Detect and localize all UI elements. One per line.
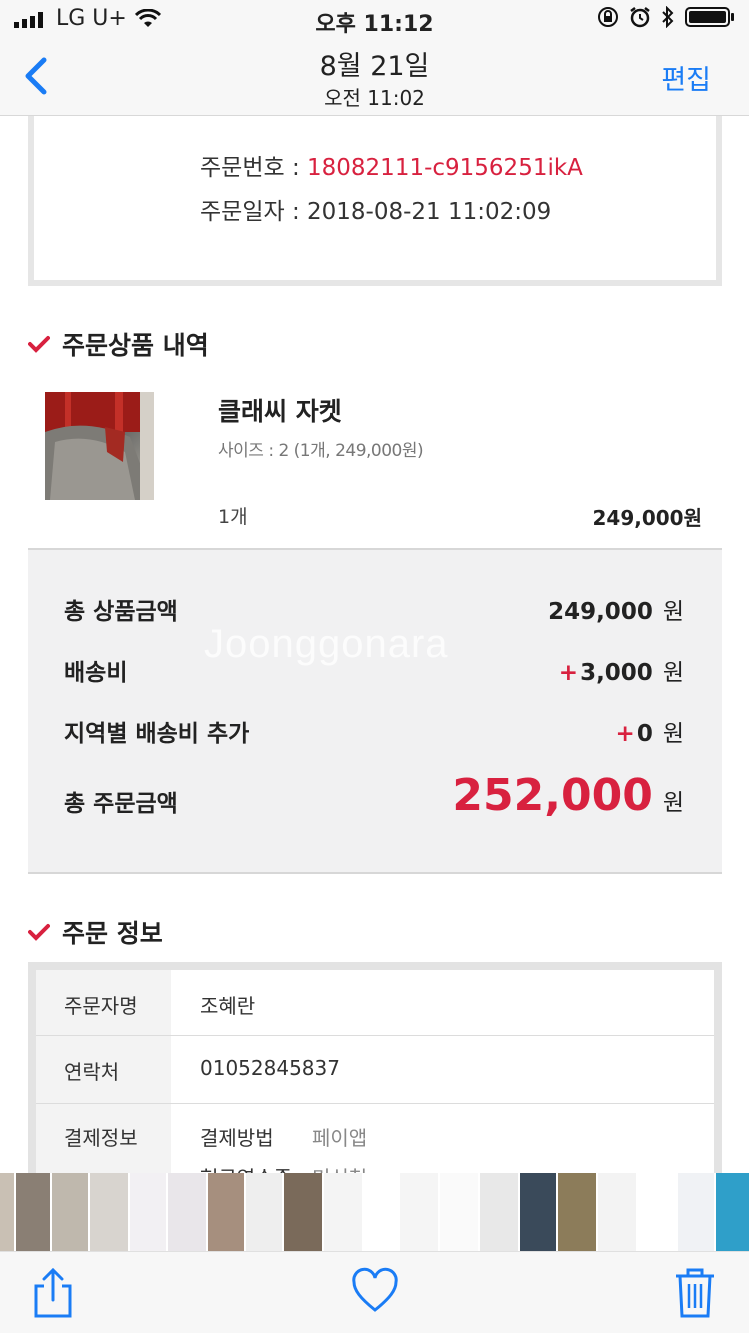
- check-icon: [28, 336, 50, 353]
- orderer-value: 조혜란: [200, 994, 256, 1018]
- regional-shipping-plus: +: [615, 721, 635, 747]
- order-info-section-title: 주문 정보: [62, 919, 163, 948]
- table-row: 결제정보 결제방법 페이앱 현금영수증 미신청: [36, 1104, 714, 1173]
- subtotal-unit: 원: [662, 599, 684, 625]
- product-price: 249,000원: [592, 506, 703, 530]
- trash-icon[interactable]: [670, 1266, 720, 1318]
- product-name: 클래씨 자켓: [218, 397, 342, 426]
- shipping-amount: 3,000: [580, 660, 653, 686]
- contact-value: 01052845837: [200, 1056, 340, 1080]
- thumbnail[interactable]: [0, 1173, 16, 1251]
- orderer-label: 주문자명: [64, 994, 138, 1018]
- thumbnail[interactable]: [16, 1173, 52, 1251]
- status-right: [597, 6, 735, 28]
- check-icon: [28, 924, 50, 941]
- thumbnail[interactable]: [364, 1173, 400, 1251]
- payment-method-value: 페이앱: [312, 1126, 368, 1150]
- thumbnail[interactable]: [90, 1173, 130, 1251]
- bottom-toolbar: [0, 1251, 749, 1333]
- status-bar: LG U+ 오후 11:12: [0, 0, 749, 40]
- order-number-value: 18082111-c9156251ikA: [307, 155, 583, 181]
- order-info-table: 주문자명 조혜란 연락처 01052845837 결제정보 결제방법 페이앱 현…: [28, 962, 722, 1173]
- product-quantity: 1개: [218, 506, 248, 528]
- products-section-title: 주문상품 내역: [62, 331, 209, 360]
- payment-label: 결제정보: [64, 1126, 138, 1150]
- thumbnail[interactable]: [440, 1173, 480, 1251]
- thumbnail[interactable]: [480, 1173, 520, 1251]
- total-value: 252,000 원: [452, 770, 684, 821]
- order-date-value: 2018-08-21 11:02:09: [307, 199, 552, 225]
- cash-receipt-label: 현금영수증: [200, 1162, 292, 1173]
- cash-receipt-value: 미신청: [312, 1162, 367, 1173]
- product-option: 사이즈 : 2 (1개, 249,000원): [218, 441, 424, 461]
- order-number-line: 주문번호 : 18082111-c9156251ikA: [200, 148, 583, 182]
- thumbnail[interactable]: [168, 1173, 208, 1251]
- photo-content: 주문번호 : 18082111-c9156251ikA 주문일자 : 2018-…: [0, 116, 749, 1173]
- thumbnail[interactable]: [520, 1173, 558, 1251]
- nav-bar: 8월 21일 오전 11:02 편집: [0, 40, 749, 116]
- thumbnail[interactable]: [52, 1173, 90, 1251]
- subtotal-value: 249,000 원: [546, 592, 684, 626]
- total-amount: 252,000: [452, 770, 653, 821]
- nav-subtitle: 오전 11:02: [324, 86, 425, 110]
- shipping-label: 배송비: [64, 660, 128, 686]
- thumbnail[interactable]: [678, 1173, 716, 1251]
- regional-shipping-unit: 원: [662, 721, 684, 747]
- order-number-label: 주문번호 :: [200, 155, 308, 181]
- thumbnail[interactable]: [324, 1173, 364, 1251]
- thumbnail[interactable]: [638, 1173, 678, 1251]
- order-box: 주문번호 : 18082111-c9156251ikA 주문일자 : 2018-…: [28, 116, 722, 286]
- thumbnail[interactable]: [284, 1173, 324, 1251]
- watermark-text: Joonggonara: [204, 622, 449, 666]
- contact-label: 연락처: [64, 1060, 120, 1084]
- thumbnail[interactable]: [598, 1173, 638, 1251]
- nav-title: 8월 21일: [319, 51, 430, 82]
- order-date-line: 주문일자 : 2018-08-21 11:02:09: [200, 192, 551, 226]
- edit-button[interactable]: 편집: [661, 58, 711, 97]
- battery-icon: [685, 7, 734, 27]
- product-image: [45, 392, 154, 500]
- share-icon[interactable]: [28, 1266, 78, 1318]
- thumbnail[interactable]: [130, 1173, 168, 1251]
- thumbnail[interactable]: [558, 1173, 598, 1251]
- regional-shipping-value: +0 원: [616, 714, 684, 748]
- order-date-label: 주문일자 :: [200, 199, 308, 225]
- thumbnail-strip[interactable]: [0, 1173, 749, 1251]
- bluetooth-icon: [662, 6, 674, 28]
- total-unit: 원: [662, 790, 684, 816]
- price-summary: Joonggonara 총 상품금액 249,000 원 배송비 +3,000 …: [28, 548, 722, 874]
- alarm-icon: [630, 7, 650, 28]
- thumbnail[interactable]: [716, 1173, 749, 1251]
- shipping-value: +3,000 원: [559, 653, 684, 687]
- shipping-plus: +: [558, 660, 579, 686]
- thumbnail[interactable]: [400, 1173, 440, 1251]
- table-row: 주문자명 조혜란: [36, 970, 714, 1036]
- rotation-lock-icon: [598, 7, 618, 27]
- order-info-section-header: 주문 정보: [28, 914, 163, 950]
- heart-icon[interactable]: [350, 1266, 400, 1318]
- thumbnail[interactable]: [208, 1173, 246, 1251]
- payment-method-label: 결제방법: [200, 1126, 274, 1150]
- thumbnail[interactable]: [246, 1173, 284, 1251]
- subtotal-amount: 249,000: [548, 599, 653, 625]
- regional-shipping-label: 지역별 배송비 추가: [64, 721, 250, 747]
- subtotal-label: 총 상품금액: [64, 599, 178, 625]
- total-label: 총 주문금액: [64, 791, 178, 817]
- table-row: 연락처 01052845837: [36, 1036, 714, 1104]
- shipping-unit: 원: [662, 660, 684, 686]
- regional-shipping-amount: 0: [636, 721, 653, 747]
- products-section-header: 주문상품 내역: [28, 326, 209, 362]
